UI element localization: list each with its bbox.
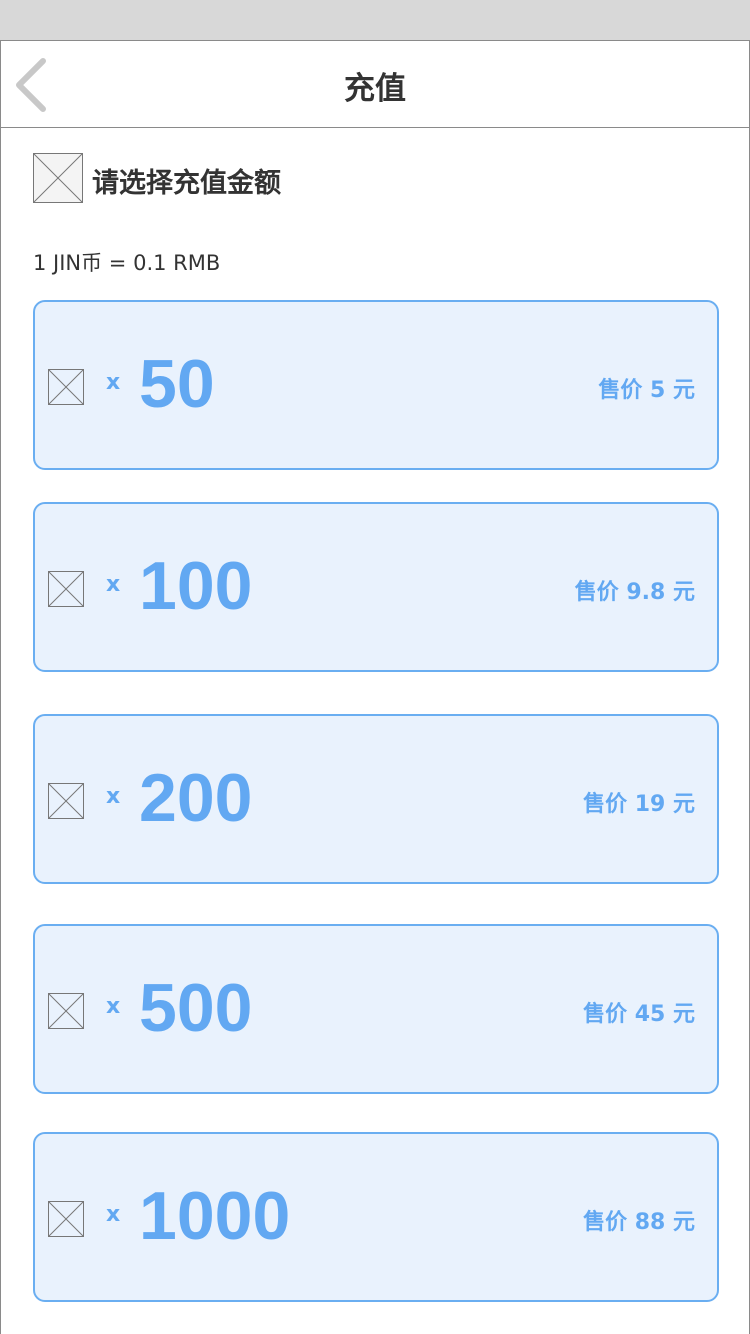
multiplier-label: x: [106, 994, 121, 1019]
section-title: 请选择充值金额: [92, 168, 281, 199]
nav-bar: 充值: [1, 41, 749, 128]
price-label: 售价 5 元: [598, 378, 695, 403]
coin-image-placeholder-icon: [48, 369, 84, 405]
price-label: 售价 45 元: [583, 1002, 695, 1027]
price-label: 售价 19 元: [583, 792, 695, 817]
price-label: 售价 88 元: [583, 1210, 695, 1235]
coin-amount: 500: [139, 970, 253, 1046]
recharge-option-card[interactable]: x 100 售价 9.8 元: [33, 502, 719, 672]
coin-image-placeholder-icon: [48, 571, 84, 607]
coin-amount: 200: [139, 760, 253, 836]
multiplier-label: x: [106, 370, 121, 395]
coin-amount: 1000: [139, 1178, 291, 1254]
screen: 充值 请选择充值金额 1 JIN币 = 0.1 RMB x 50 售价 5 元 x 10…: [0, 40, 750, 1334]
multiplier-label: x: [106, 1202, 121, 1227]
recharge-option-card[interactable]: x 200 售价 19 元: [33, 714, 719, 884]
multiplier-label: x: [106, 784, 121, 809]
recharge-option-card[interactable]: x 50 售价 5 元: [33, 300, 719, 470]
coin-amount: 100: [139, 548, 253, 624]
section-header: 请选择充值金额: [33, 153, 433, 203]
page-title: 充值: [344, 71, 406, 107]
recharge-option-card[interactable]: x 1000 售价 88 元: [33, 1132, 719, 1302]
status-bar: [0, 0, 750, 40]
coin-image-placeholder-icon: [48, 783, 84, 819]
coin-amount: 50: [139, 346, 215, 422]
coin-image-placeholder-icon: [48, 993, 84, 1029]
coin-image-placeholder-icon: [48, 1201, 84, 1237]
multiplier-label: x: [106, 572, 121, 597]
recharge-option-card[interactable]: x 500 售价 45 元: [33, 924, 719, 1094]
price-label: 售价 9.8 元: [574, 580, 695, 605]
exchange-rate: 1 JIN币 = 0.1 RMB: [33, 251, 221, 275]
image-placeholder-icon: [33, 153, 83, 203]
